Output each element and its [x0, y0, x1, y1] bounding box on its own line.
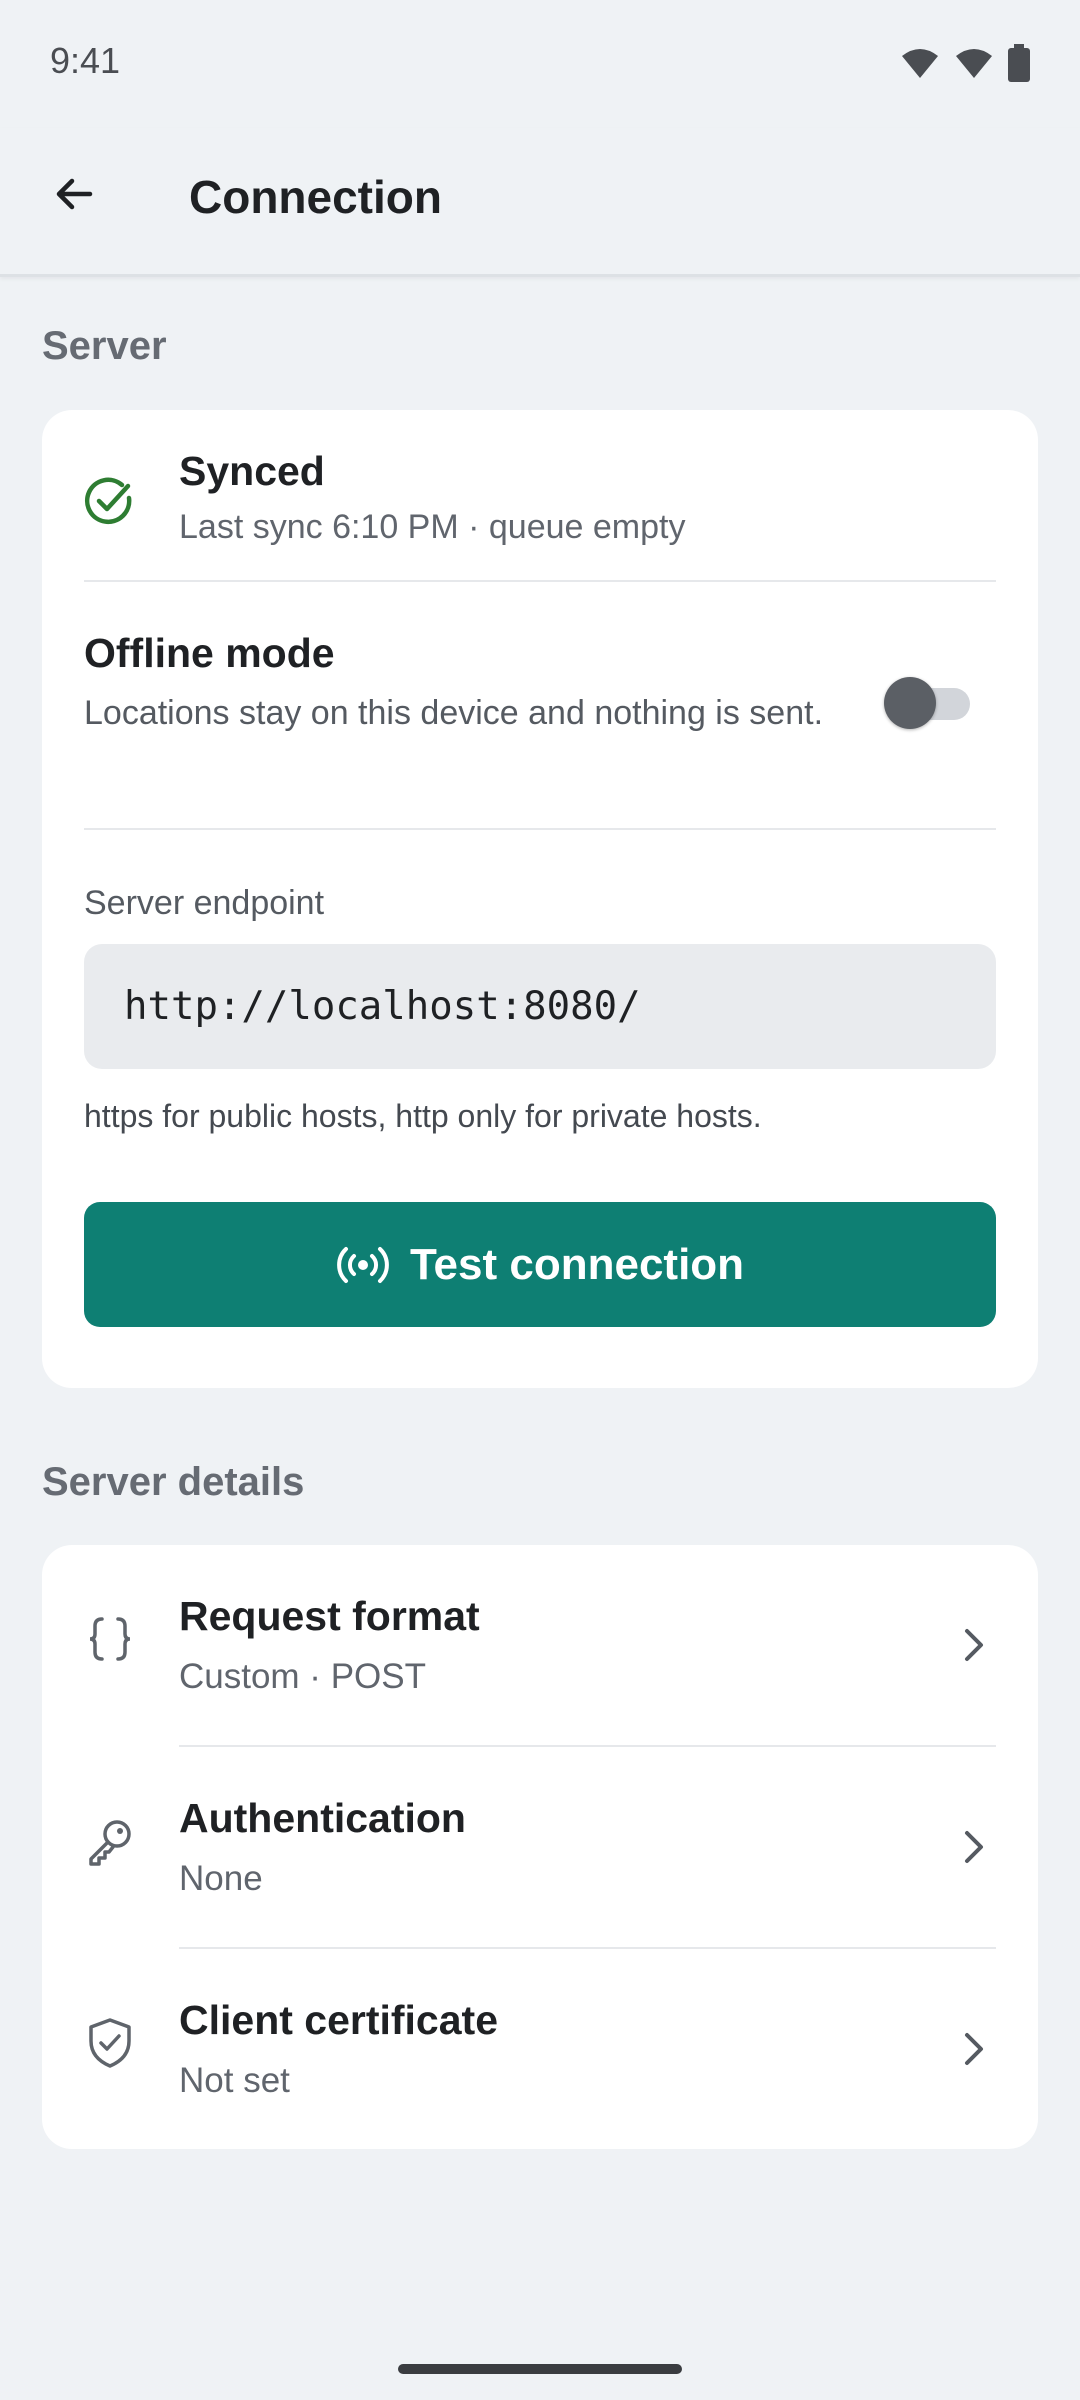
back-button[interactable] [38, 158, 110, 230]
chevron-right-icon [965, 2033, 983, 2065]
status-bar: 9:41 [0, 0, 1080, 128]
detail-subtitle: Custom · POST [179, 1657, 426, 1696]
offline-mode-description: Locations stay on this device and nothin… [84, 694, 824, 732]
signal-icon [956, 49, 992, 78]
endpoint-input[interactable]: http://localhost:8080/ [84, 944, 996, 1069]
chevron-right-icon [965, 1831, 983, 1863]
section-label-server: Server [42, 324, 167, 368]
divider [84, 828, 996, 830]
server-card: Synced Last sync 6:10 PM · queue empty O… [42, 410, 1038, 1388]
detail-row-client-certificate[interactable]: Client certificate Not set [42, 1949, 1038, 2151]
offline-mode-toggle[interactable] [884, 677, 974, 729]
endpoint-label: Server endpoint [84, 884, 325, 922]
detail-title: Client certificate [179, 1997, 498, 2043]
endpoint-hint: https for public hosts, http only for pr… [84, 1098, 762, 1134]
detail-row-request-format[interactable]: Request format Custom · POST [42, 1545, 1038, 1747]
page-title: Connection [189, 171, 442, 223]
detail-title: Request format [179, 1593, 480, 1639]
divider [84, 580, 996, 582]
arrow-back-icon [56, 178, 93, 210]
test-connection-label: Test connection [409, 1239, 745, 1289]
server-details-card: Request format Custom · POST Authenticat… [42, 1545, 1038, 2149]
detail-subtitle: None [179, 1859, 263, 1898]
home-indicator[interactable] [398, 2364, 682, 2374]
toggle-thumb [884, 677, 936, 729]
status-time: 9:41 [50, 40, 121, 81]
offline-mode-title: Offline mode [84, 630, 335, 676]
shield-check-icon [82, 2015, 138, 2071]
detail-title: Authentication [179, 1795, 466, 1841]
battery-icon [1008, 44, 1030, 82]
wifi-icon [902, 49, 938, 78]
sync-status-row: Synced Last sync 6:10 PM · queue empty [42, 410, 1038, 580]
sync-subtitle: Last sync 6:10 PM · queue empty [179, 508, 686, 546]
check-circle-icon [84, 477, 132, 524]
section-label-server-details: Server details [42, 1460, 305, 1504]
braces-icon [82, 1611, 138, 1667]
detail-subtitle: Not set [179, 2061, 290, 2100]
sync-title: Synced [179, 448, 325, 494]
chevron-right-icon [965, 1629, 983, 1661]
broadcast-icon [337, 1246, 389, 1283]
key-icon [82, 1813, 138, 1869]
status-icons [900, 44, 1030, 82]
app-bar: Connection [0, 128, 1080, 277]
test-connection-button[interactable]: Test connection [84, 1202, 996, 1327]
endpoint-value: http://localhost:8080/ [124, 984, 641, 1029]
detail-row-authentication[interactable]: Authentication None [42, 1747, 1038, 1949]
